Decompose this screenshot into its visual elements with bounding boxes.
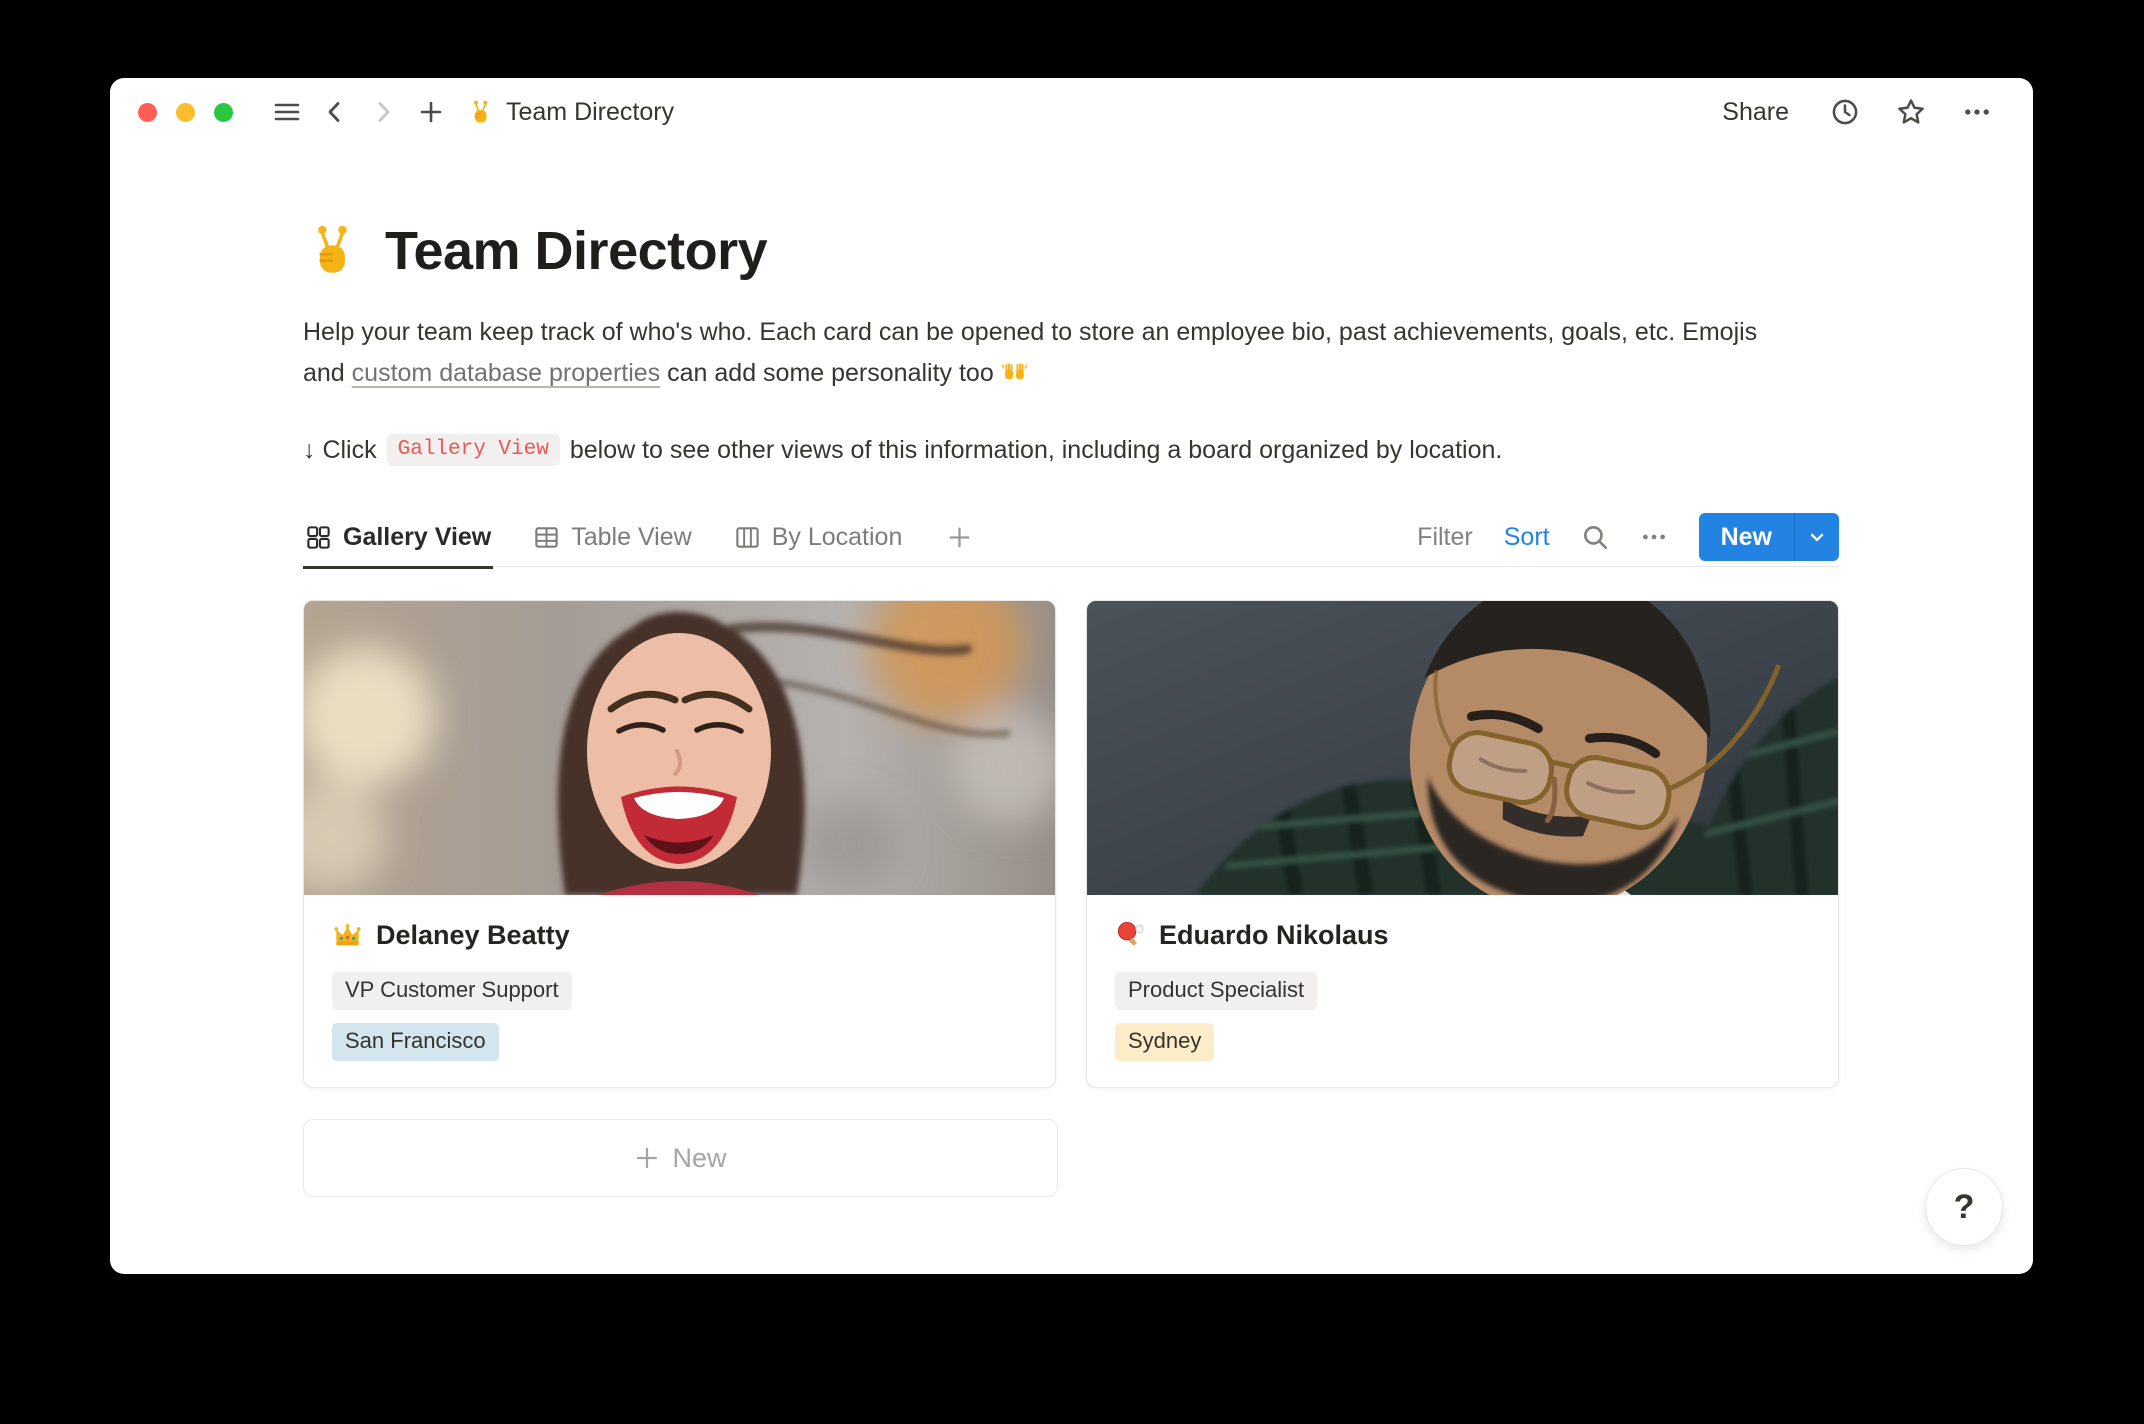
ellipsis-icon: [1640, 523, 1668, 551]
help-button[interactable]: ?: [1925, 1168, 2003, 1246]
role-tag-row: VP Customer Support: [332, 972, 1027, 1010]
description-text: can add some personality too: [660, 359, 1000, 387]
chevron-down-icon: [1806, 526, 1828, 548]
clock-icon: [1830, 97, 1860, 127]
raised-hands-emoji: [1001, 358, 1028, 385]
page-title: Team Directory: [303, 220, 1839, 282]
tab-label: Table View: [571, 523, 691, 552]
minimize-window-button[interactable]: [176, 103, 195, 122]
board-icon: [734, 524, 761, 551]
card-name: Delaney Beatty: [332, 920, 1027, 951]
crown-emoji: [332, 920, 363, 951]
tab-label: By Location: [772, 523, 903, 552]
location-tag-row: Sydney: [1115, 1023, 1810, 1061]
zoom-window-button[interactable]: [214, 103, 233, 122]
location-tag: Sydney: [1115, 1023, 1214, 1061]
titlebar: Team Directory Share: [110, 78, 2033, 146]
new-entry-button-group: New: [1699, 513, 1839, 561]
hamburger-icon: [273, 99, 301, 125]
add-card-label: New: [672, 1143, 726, 1174]
page-title-text: Team Directory: [385, 220, 767, 282]
star-icon: [1896, 97, 1926, 127]
delaney-photo: [304, 601, 1055, 895]
new-tab-button[interactable]: [411, 92, 451, 132]
tab-by-location[interactable]: By Location: [732, 508, 905, 566]
ping-pong-emoji: [1115, 920, 1146, 951]
location-tag-row: San Francisco: [332, 1023, 1027, 1061]
new-entry-button[interactable]: New: [1699, 513, 1794, 561]
card-eduardo-nikolaus[interactable]: Eduardo Nikolaus Product Specialist Sydn…: [1086, 600, 1839, 1088]
add-card-button[interactable]: New: [303, 1119, 1058, 1197]
view-more-button[interactable]: [1640, 523, 1668, 551]
sidebar-toggle-button[interactable]: [267, 92, 307, 132]
tab-table-view[interactable]: Table View: [531, 508, 693, 566]
card-name: Eduardo Nikolaus: [1115, 920, 1810, 951]
chevron-left-icon: [322, 99, 348, 125]
plus-icon: [634, 1145, 660, 1171]
updates-button[interactable]: [1825, 92, 1865, 132]
eduardo-photo: [1087, 601, 1838, 895]
location-tag: San Francisco: [332, 1023, 499, 1061]
more-options-button[interactable]: [1957, 92, 1997, 132]
filter-button[interactable]: Filter: [1417, 523, 1473, 552]
role-tag-row: Product Specialist: [1115, 972, 1810, 1010]
sort-button[interactable]: Sort: [1504, 523, 1550, 552]
employee-name: Eduardo Nikolaus: [1159, 920, 1389, 951]
gallery-cards: Delaney Beatty VP Customer Support San F…: [303, 600, 1839, 1088]
card-delaney-beatty[interactable]: Delaney Beatty VP Customer Support San F…: [303, 600, 1056, 1088]
role-tag: Product Specialist: [1115, 972, 1317, 1010]
favorite-button[interactable]: [1891, 92, 1931, 132]
callout-pre: ↓ Click: [303, 436, 377, 465]
callout-post: below to see other views of this informa…: [570, 436, 1502, 465]
victory-hand-emoji: [303, 222, 361, 280]
view-tabs: Gallery View Table View By Location: [303, 508, 977, 566]
card-body: Delaney Beatty VP Customer Support San F…: [304, 895, 1055, 1087]
chevron-right-icon: [370, 99, 396, 125]
gallery-icon: [305, 524, 332, 551]
custom-properties-link[interactable]: custom database properties: [352, 359, 661, 387]
nav-buttons: [315, 92, 451, 132]
plus-icon: [946, 524, 973, 551]
victory-hand-emoji: [467, 99, 494, 126]
document-title: Team Directory: [506, 98, 674, 127]
close-window-button[interactable]: [138, 103, 157, 122]
titlebar-actions: Share: [1712, 92, 1997, 133]
new-entry-dropdown-button[interactable]: [1794, 513, 1839, 561]
ellipsis-icon: [1962, 97, 1992, 127]
forward-button[interactable]: [363, 92, 403, 132]
callout-text: ↓ Click Gallery View below to see other …: [303, 434, 1839, 466]
gallery-view-code-chip: Gallery View: [387, 434, 560, 466]
window-controls: [138, 103, 233, 122]
share-button[interactable]: Share: [1712, 92, 1799, 133]
notion-window: Team Directory Share Team Dir: [110, 78, 2033, 1274]
search-button[interactable]: [1581, 523, 1609, 551]
view-controls: Filter Sort New: [1417, 508, 1839, 566]
card-body: Eduardo Nikolaus Product Specialist Sydn…: [1087, 895, 1838, 1087]
add-view-button[interactable]: [942, 508, 977, 566]
role-tag: VP Customer Support: [332, 972, 572, 1010]
search-icon: [1581, 523, 1609, 551]
page-content: Team Directory Help your team keep track…: [110, 220, 2033, 1197]
back-button[interactable]: [315, 92, 355, 132]
employee-name: Delaney Beatty: [376, 920, 570, 951]
table-icon: [533, 524, 560, 551]
tab-label: Gallery View: [343, 523, 491, 552]
plus-icon: [418, 99, 444, 125]
breadcrumb[interactable]: Team Directory: [467, 98, 674, 127]
page-description: Help your team keep track of who's who. …: [303, 312, 1783, 394]
tab-gallery-view[interactable]: Gallery View: [303, 508, 493, 566]
views-bar: Gallery View Table View By Location Filt…: [303, 508, 1839, 567]
